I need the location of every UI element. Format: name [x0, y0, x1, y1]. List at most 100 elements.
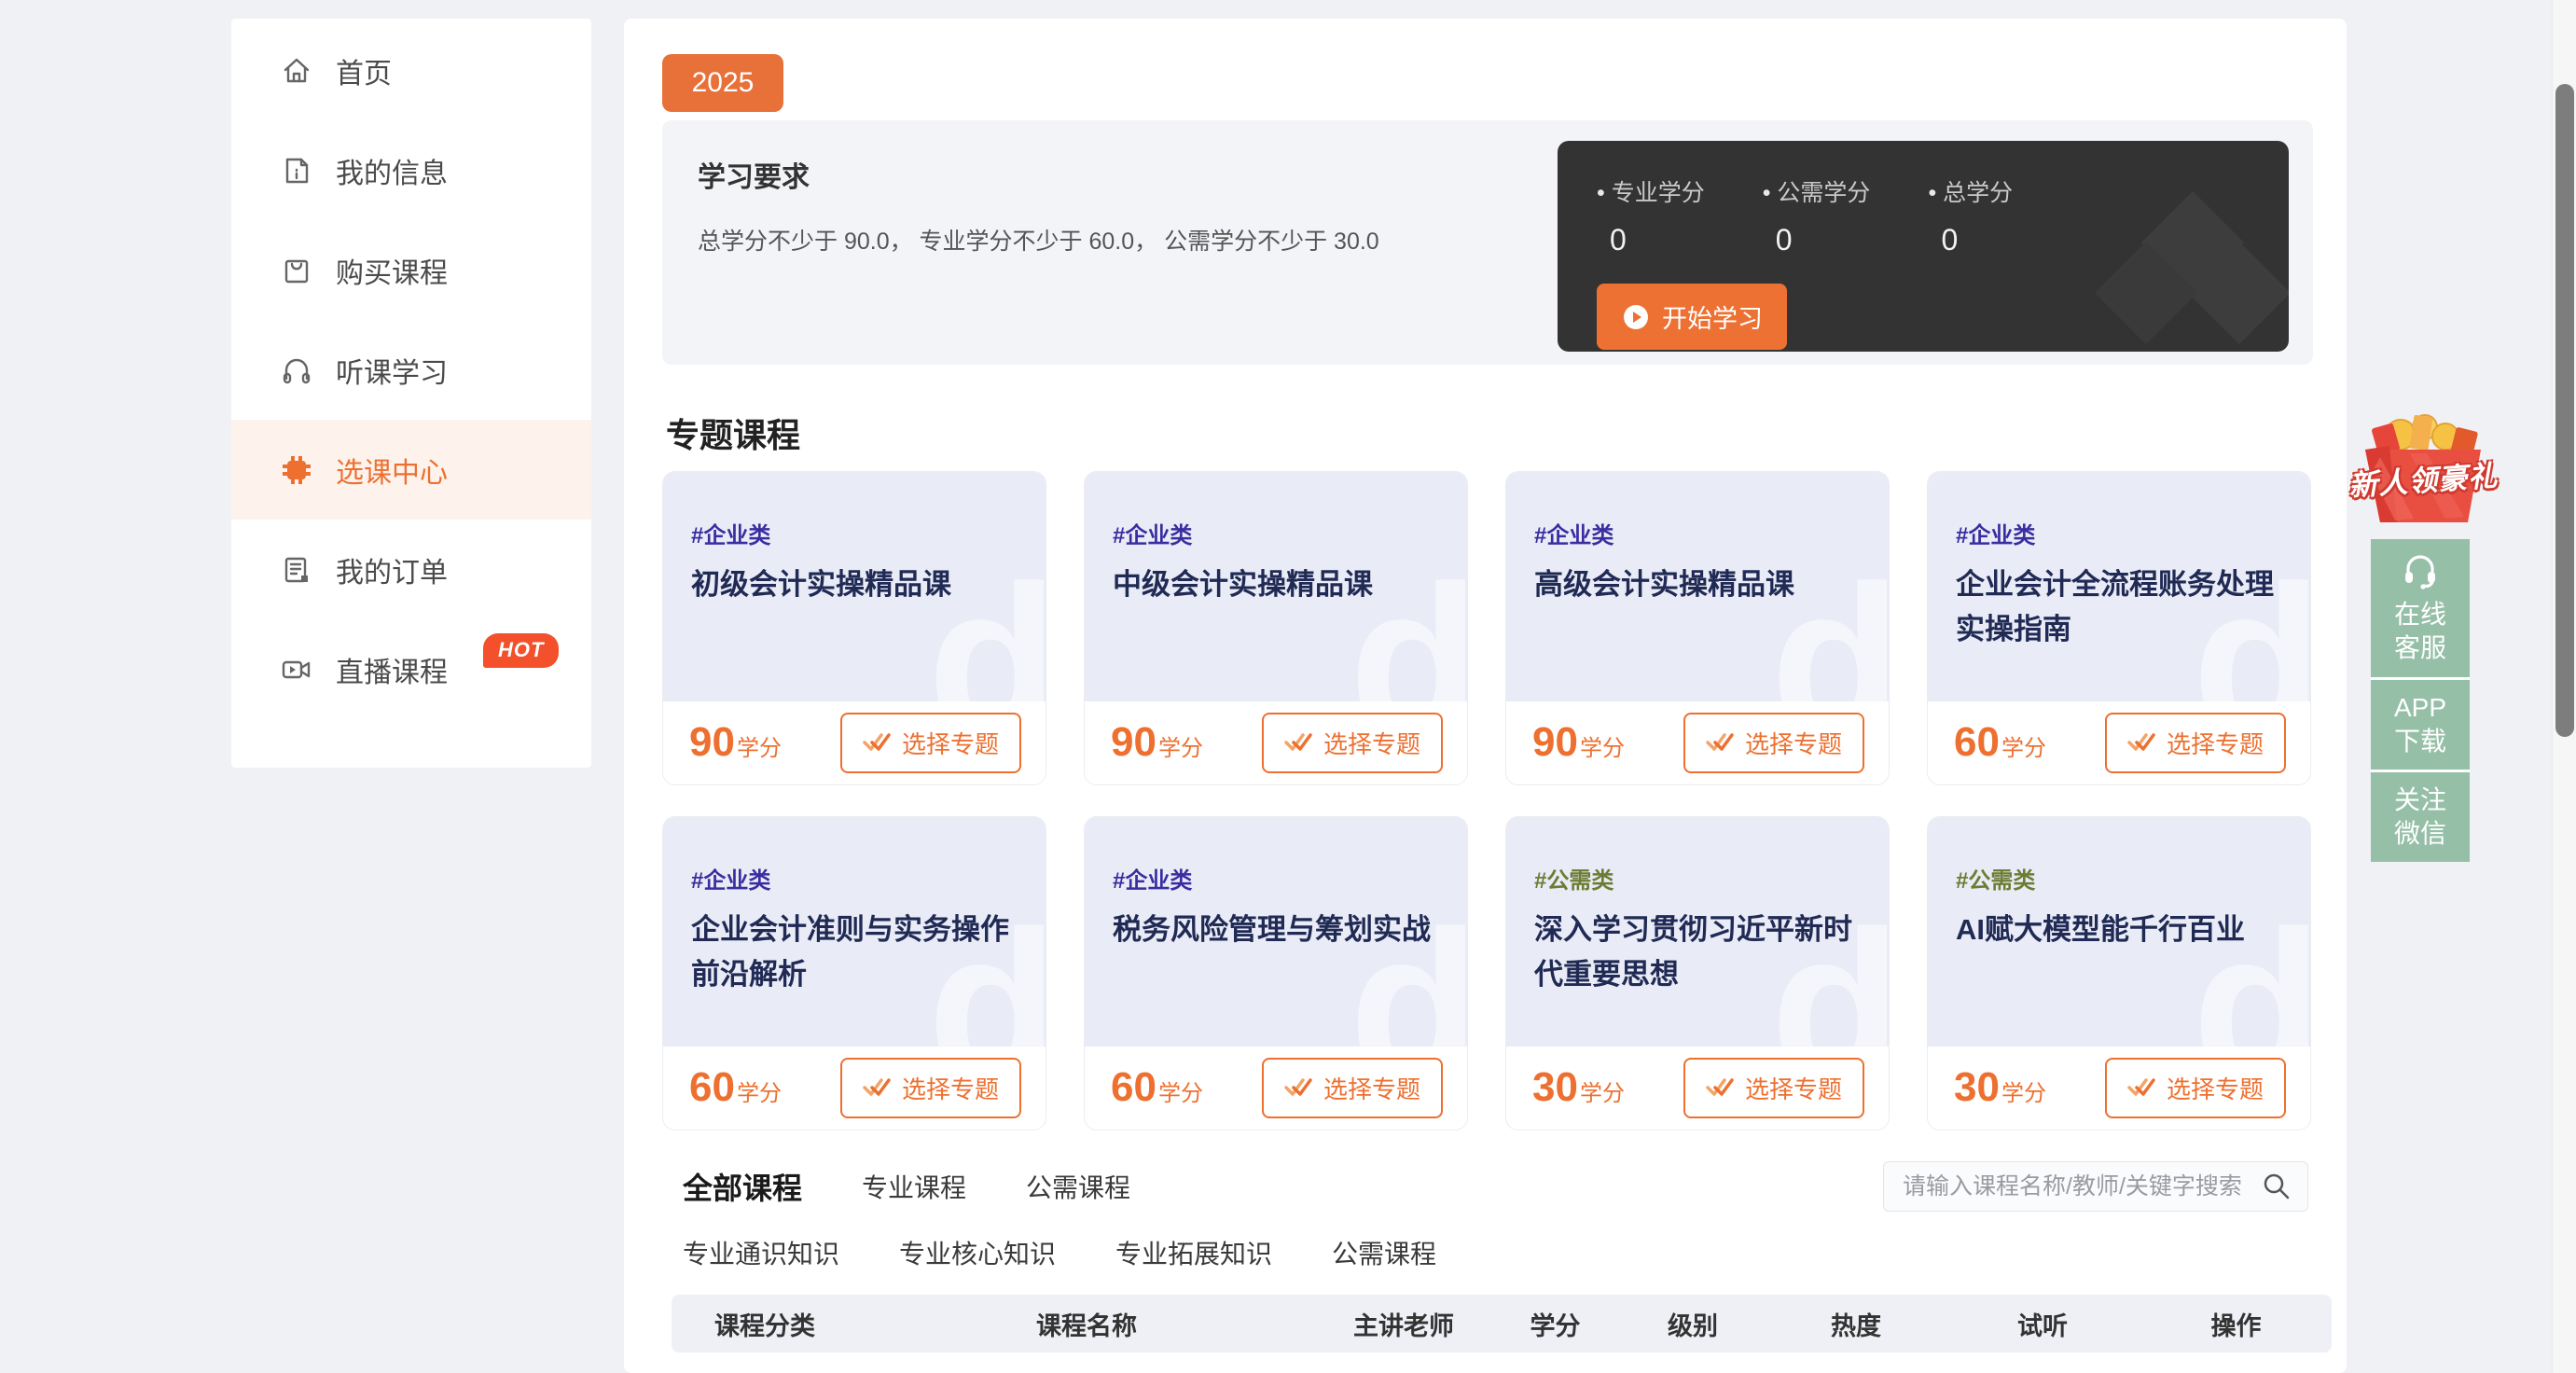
topic-card-footer: 90学分 选择专题 [663, 701, 1046, 784]
tab-public-courses[interactable]: 公需课程 [1026, 1168, 1130, 1205]
topic-courses-title: 专题课程 [666, 409, 800, 457]
sidebar-item-live-courses[interactable]: 直播课程 HOT [231, 619, 591, 719]
topic-card-footer: 60学分 选择专题 [1085, 1047, 1467, 1130]
search-input[interactable] [1903, 1173, 2261, 1200]
study-requirements-panel: 学习要求 总学分不少于 90.0， 专业学分不少于 60.0， 公需学分不少于 … [662, 120, 2313, 365]
double-check-icon [1706, 1075, 1734, 1100]
double-check-icon [863, 1075, 891, 1100]
topic-cards-row-2: #企业类 企业会计准则与实务操作前沿解析 d 60学分 选择专题 #企业类 税务… [662, 816, 2313, 1130]
service-label: 在线客服 [2391, 598, 2449, 666]
select-topic-button[interactable]: 选择专题 [1683, 1058, 1864, 1118]
subtab-general-knowledge[interactable]: 专业通识知识 [683, 1234, 839, 1271]
topic-card-cover: #企业类 企业会计全流程账务处理实操指南 d [1928, 472, 2310, 701]
service-label: 关注微信 [2391, 784, 2449, 852]
topic-card-tag: #企业类 [1956, 517, 2284, 549]
sidebar-item-label: 直播课程 [336, 649, 448, 690]
column-trial: 试听 [1945, 1306, 2140, 1342]
select-topic-button[interactable]: 选择专题 [1262, 1058, 1443, 1118]
select-topic-button[interactable]: 选择专题 [1262, 713, 1443, 773]
course-tabs-row: 全部课程 专业课程 公需课程 [683, 1160, 2308, 1213]
subtab-core-knowledge[interactable]: 专业核心知识 [899, 1234, 1056, 1271]
topic-card-title: 中级会计实操精品课 [1113, 562, 1441, 607]
sidebar-item-my-info[interactable]: 我的信息 [231, 120, 591, 220]
chip-icon [280, 453, 313, 487]
column-actions: 操作 [2140, 1306, 2332, 1342]
floating-service-stack: 在线客服 APP下载 关注微信 [2371, 539, 2470, 862]
topic-card-title: 深入学习贯彻习近平新时代重要思想 [1534, 908, 1863, 997]
credit-value: 90 [1532, 719, 1578, 766]
topic-card-cover: #企业类 企业会计准则与实务操作前沿解析 d [663, 817, 1046, 1047]
select-topic-button[interactable]: 选择专题 [840, 1058, 1021, 1118]
sidebar-item-home[interactable]: 首页 [231, 21, 591, 120]
stat-professional-credits: 专业学分 0 [1597, 174, 1705, 257]
play-icon [1621, 302, 1651, 332]
select-topic-button[interactable]: 选择专题 [2105, 1058, 2286, 1118]
credit-badge: 90学分 [1111, 719, 1203, 766]
double-check-icon [1284, 730, 1312, 755]
headset-icon [2400, 551, 2441, 590]
topic-card: #公需类 深入学习贯彻习近平新时代重要思想 d 30学分 选择专题 [1505, 816, 1890, 1130]
stat-label: 总学分 [1928, 174, 2013, 208]
subtab-extended-knowledge[interactable]: 专业拓展知识 [1115, 1234, 1272, 1271]
course-search-box [1883, 1161, 2308, 1212]
credit-badge: 60学分 [1954, 719, 2046, 766]
topic-card-title: 税务风险管理与筹划实战 [1113, 908, 1441, 952]
year-2025-button[interactable]: 2025 [662, 54, 783, 112]
topic-card-cover: #企业类 中级会计实操精品课 d [1085, 472, 1467, 701]
page-scrollbar-thumb[interactable] [2555, 84, 2574, 737]
credit-value: 90 [1111, 719, 1156, 766]
credit-badge: 30学分 [1532, 1064, 1625, 1111]
credit-suffix: 学分 [737, 1075, 782, 1107]
topic-card-cover: #企业类 税务风险管理与筹划实战 d [1085, 817, 1467, 1047]
stat-label: 公需学分 [1763, 174, 1871, 208]
stat-public-credits: 公需学分 0 [1763, 174, 1871, 257]
app-download-button[interactable]: APP下载 [2371, 677, 2470, 770]
info-doc-icon [280, 154, 313, 187]
sidebar-item-buy-courses[interactable]: 购买课程 [231, 220, 591, 320]
double-check-icon [1706, 730, 1734, 755]
service-label: APP下载 [2391, 691, 2449, 759]
select-topic-button[interactable]: 选择专题 [840, 713, 1021, 773]
online-service-button[interactable]: 在线客服 [2371, 539, 2470, 677]
tab-all-courses[interactable]: 全部课程 [683, 1165, 802, 1208]
order-list-icon [280, 553, 313, 587]
credit-suffix: 学分 [1580, 729, 1625, 762]
credit-suffix: 学分 [2001, 729, 2046, 762]
credit-summary-panel: 专业学分 0 公需学分 0 总学分 0 开始学习 [1558, 141, 2289, 352]
stat-label: 专业学分 [1597, 174, 1705, 208]
topic-card-tag: #企业类 [691, 517, 1019, 549]
credit-suffix: 学分 [1158, 1075, 1203, 1107]
sidebar-item-course-center[interactable]: 选课中心 [231, 420, 591, 520]
double-check-icon [2127, 730, 2155, 755]
credit-badge: 30学分 [1954, 1064, 2046, 1111]
topic-card-cover: #企业类 高级会计实操精品课 d [1506, 472, 1889, 701]
home-icon [280, 54, 313, 88]
topic-card: #企业类 企业会计全流程账务处理实操指南 d 60学分 选择专题 [1927, 471, 2311, 785]
newcomer-gift-banner[interactable]: 新人领豪礼 [2352, 409, 2494, 530]
follow-wechat-button[interactable]: 关注微信 [2371, 770, 2470, 862]
tab-professional-courses[interactable]: 专业课程 [862, 1168, 966, 1205]
topic-card-footer: 30学分 选择专题 [1928, 1047, 2310, 1130]
select-topic-button[interactable]: 选择专题 [1683, 713, 1864, 773]
topic-card-tag: #企业类 [1534, 517, 1863, 549]
stat-total-credits: 总学分 0 [1928, 174, 2013, 257]
sidebar-item-my-orders[interactable]: 我的订单 [231, 520, 591, 619]
stat-value: 0 [1763, 223, 1871, 257]
sidebar-item-label: 选课中心 [336, 450, 448, 491]
sidebar-item-label: 我的信息 [336, 150, 448, 191]
sidebar-item-label: 我的订单 [336, 549, 448, 590]
topic-card-title: 企业会计准则与实务操作前沿解析 [691, 908, 1019, 997]
start-learning-button[interactable]: 开始学习 [1597, 284, 1787, 350]
credit-suffix: 学分 [737, 729, 782, 762]
topic-card-tag: #公需类 [1956, 862, 2284, 895]
column-credits: 学分 [1492, 1306, 1618, 1342]
subtab-public-courses[interactable]: 公需课程 [1332, 1234, 1436, 1271]
select-topic-button[interactable]: 选择专题 [2105, 713, 2286, 773]
search-icon[interactable] [2261, 1171, 2292, 1202]
topic-card-footer: 30学分 选择专题 [1506, 1047, 1889, 1130]
double-check-icon [1284, 1075, 1312, 1100]
video-camera-icon [280, 653, 313, 686]
sidebar-item-listen-learn[interactable]: 听课学习 [231, 320, 591, 420]
credit-badge: 90学分 [1532, 719, 1625, 766]
page-scrollbar-track[interactable] [2552, 0, 2576, 1373]
